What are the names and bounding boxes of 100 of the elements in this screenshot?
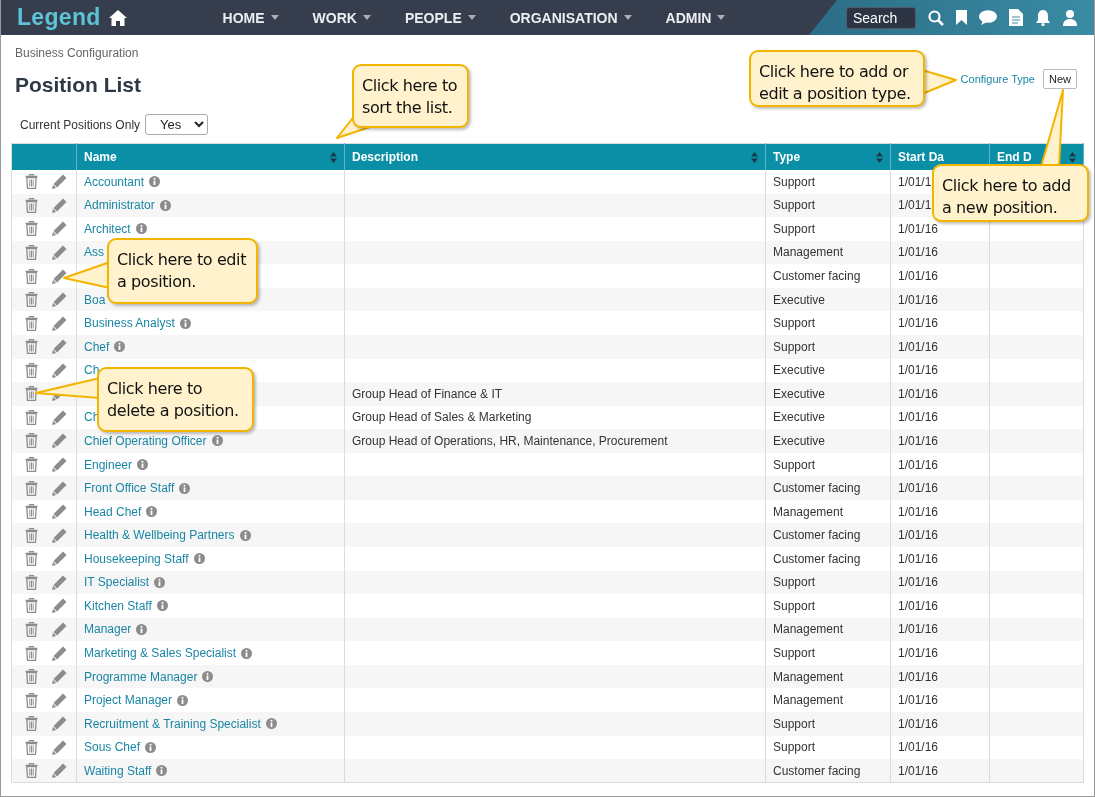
new-button[interactable]: New bbox=[1043, 69, 1077, 89]
pencil-icon[interactable] bbox=[52, 174, 67, 190]
pencil-icon[interactable] bbox=[52, 244, 67, 260]
info-icon[interactable] bbox=[146, 506, 158, 518]
user-icon[interactable] bbox=[1063, 9, 1077, 26]
info-icon[interactable] bbox=[239, 529, 251, 541]
info-icon[interactable] bbox=[145, 741, 157, 753]
info-icon[interactable] bbox=[156, 600, 168, 612]
sort-icon[interactable] bbox=[751, 152, 758, 163]
pencil-icon[interactable] bbox=[52, 362, 67, 378]
trash-icon[interactable] bbox=[25, 669, 38, 685]
trash-icon[interactable] bbox=[25, 292, 38, 308]
trash-icon[interactable] bbox=[25, 244, 38, 260]
position-link[interactable]: Ass bbox=[84, 245, 104, 260]
nav-menu-item[interactable]: ORGANISATION bbox=[509, 9, 632, 26]
pencil-icon[interactable] bbox=[52, 739, 67, 755]
pencil-icon[interactable] bbox=[52, 763, 67, 779]
position-link[interactable]: Chef bbox=[84, 339, 110, 354]
pencil-icon[interactable] bbox=[52, 669, 67, 685]
info-icon[interactable] bbox=[179, 317, 191, 329]
column-header[interactable]: End D bbox=[997, 150, 1032, 164]
trash-icon[interactable] bbox=[25, 315, 38, 331]
position-link[interactable]: Housekeeping Staff bbox=[84, 551, 189, 566]
trash-icon[interactable] bbox=[25, 621, 38, 637]
trash-icon[interactable] bbox=[25, 457, 38, 473]
nav-menu-item[interactable]: PEOPLE bbox=[404, 9, 476, 26]
breadcrumb[interactable]: Business Configuration bbox=[15, 46, 139, 60]
pencil-icon[interactable] bbox=[52, 197, 67, 213]
position-link[interactable]: Waiting Staff bbox=[84, 763, 152, 778]
trash-icon[interactable] bbox=[25, 551, 38, 567]
column-header[interactable]: Name bbox=[84, 150, 117, 164]
pencil-icon[interactable] bbox=[52, 504, 67, 520]
info-icon[interactable] bbox=[135, 223, 147, 235]
position-link[interactable]: Administrator bbox=[84, 198, 155, 213]
pencil-icon[interactable] bbox=[52, 551, 67, 567]
position-link[interactable]: Marketing & Sales Specialist bbox=[84, 646, 237, 661]
info-icon[interactable] bbox=[179, 482, 191, 494]
pencil-icon[interactable] bbox=[52, 221, 67, 237]
position-link[interactable]: Boa bbox=[84, 292, 106, 307]
pencil-icon[interactable] bbox=[52, 433, 67, 449]
trash-icon[interactable] bbox=[25, 692, 38, 708]
trash-icon[interactable] bbox=[25, 645, 38, 661]
pencil-icon[interactable] bbox=[52, 339, 67, 355]
info-icon[interactable] bbox=[149, 176, 161, 188]
pencil-icon[interactable] bbox=[52, 457, 67, 473]
position-link[interactable]: Architect bbox=[84, 221, 131, 236]
info-icon[interactable] bbox=[137, 459, 149, 471]
position-link[interactable]: Sous Chef bbox=[84, 740, 141, 755]
trash-icon[interactable] bbox=[25, 339, 38, 355]
trash-icon[interactable] bbox=[25, 221, 38, 237]
pencil-icon[interactable] bbox=[52, 292, 67, 308]
info-icon[interactable] bbox=[202, 671, 214, 683]
pencil-icon[interactable] bbox=[52, 268, 67, 284]
position-link[interactable]: Engineer bbox=[84, 457, 133, 472]
trash-icon[interactable] bbox=[25, 362, 38, 378]
column-header[interactable]: Description bbox=[352, 150, 418, 164]
search-field[interactable]: Search bbox=[846, 6, 916, 29]
position-link[interactable]: Business Analyst bbox=[84, 316, 175, 331]
pencil-icon[interactable] bbox=[52, 621, 67, 637]
info-icon[interactable] bbox=[177, 694, 189, 706]
position-link[interactable]: Ch bbox=[84, 363, 100, 378]
info-icon[interactable] bbox=[265, 718, 277, 730]
info-icon[interactable] bbox=[114, 341, 126, 353]
pencil-icon[interactable] bbox=[52, 527, 67, 543]
home-icon[interactable] bbox=[108, 9, 127, 26]
trash-icon[interactable] bbox=[25, 174, 38, 190]
nav-menu-item[interactable]: WORK bbox=[312, 9, 371, 26]
info-icon[interactable] bbox=[154, 576, 166, 588]
sort-icon[interactable] bbox=[330, 152, 337, 163]
trash-icon[interactable] bbox=[25, 574, 38, 590]
info-icon[interactable] bbox=[159, 199, 171, 211]
pencil-icon[interactable] bbox=[52, 716, 67, 732]
trash-icon[interactable] bbox=[25, 409, 38, 425]
pencil-icon[interactable] bbox=[52, 645, 67, 661]
info-icon[interactable] bbox=[241, 647, 253, 659]
position-link[interactable]: Head Chef bbox=[84, 504, 142, 519]
trash-icon[interactable] bbox=[25, 433, 38, 449]
position-link[interactable]: Accountant bbox=[84, 174, 145, 189]
trash-icon[interactable] bbox=[25, 386, 38, 402]
pencil-icon[interactable] bbox=[52, 480, 67, 496]
pencil-icon[interactable] bbox=[52, 598, 67, 614]
position-link[interactable]: Kitchen Staff bbox=[84, 598, 152, 613]
trash-icon[interactable] bbox=[25, 197, 38, 213]
position-link[interactable]: Manager bbox=[84, 622, 132, 637]
pencil-icon[interactable] bbox=[52, 315, 67, 331]
position-link[interactable]: Project Manager bbox=[84, 693, 173, 708]
trash-icon[interactable] bbox=[25, 716, 38, 732]
trash-icon[interactable] bbox=[25, 763, 38, 779]
bell-icon[interactable] bbox=[1035, 9, 1051, 26]
position-link[interactable]: IT Specialist bbox=[84, 575, 150, 590]
trash-icon[interactable] bbox=[25, 268, 38, 284]
trash-icon[interactable] bbox=[25, 739, 38, 755]
filter-dropdown[interactable]: Yes bbox=[145, 114, 209, 135]
chat-icon[interactable] bbox=[979, 10, 997, 25]
sort-icon[interactable] bbox=[1069, 152, 1076, 163]
configure-type-link[interactable]: Configure Type bbox=[960, 73, 1035, 85]
info-icon[interactable] bbox=[156, 765, 168, 777]
sort-icon[interactable] bbox=[876, 152, 883, 163]
info-icon[interactable] bbox=[136, 623, 148, 635]
pencil-icon[interactable] bbox=[52, 409, 67, 425]
